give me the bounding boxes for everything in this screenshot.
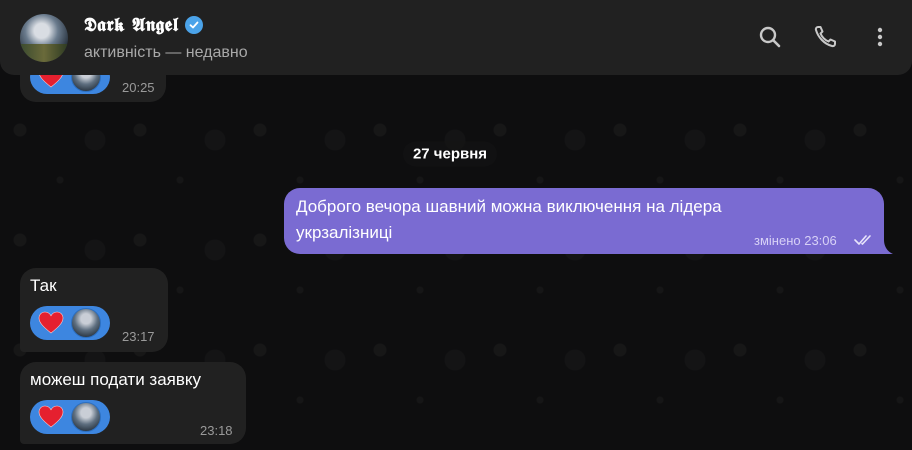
verified-icon: [185, 16, 204, 34]
reactor-avatar: [71, 402, 101, 432]
message-time: змінено 23:06: [754, 233, 837, 248]
contact-name[interactable]: 𝕯𝖆𝖗𝖐 𝕬𝖓𝖌𝖊𝖑: [84, 14, 178, 36]
phone-icon[interactable]: [812, 24, 838, 50]
message-time: 23:18: [200, 423, 233, 438]
bubble-tail: [880, 240, 893, 254]
message-bubble-incoming[interactable]: можеш подати заявку 23:18: [20, 362, 246, 444]
chat-header: 𝕯𝖆𝖗𝖐 𝕬𝖓𝖌𝖊𝖑 активність — недавно: [0, 0, 912, 75]
more-vertical-icon[interactable]: [867, 24, 893, 50]
avatar[interactable]: [20, 14, 68, 62]
search-icon[interactable]: [757, 24, 783, 50]
message-text-line-1: Доброго вечора шавний можна виключення н…: [296, 197, 722, 216]
message-time: 23:17: [122, 329, 155, 344]
heart-icon: [38, 311, 64, 334]
message-bubble-outgoing[interactable]: Доброго вечора шавний можна виключення н…: [284, 188, 884, 254]
message-time: 20:25: [122, 80, 155, 95]
message-text: можеш подати заявку: [30, 370, 202, 389]
reactor-avatar: [71, 308, 101, 338]
message-text-line-2: укрзалізниці: [296, 223, 393, 242]
reaction-chip[interactable]: [30, 306, 110, 340]
message-bubble-incoming[interactable]: Так 23:17: [20, 268, 168, 352]
contact-name-row[interactable]: 𝕯𝖆𝖗𝖐 𝕬𝖓𝖌𝖊𝖑: [84, 14, 204, 36]
reaction-chip[interactable]: [30, 400, 110, 434]
read-checkmarks-icon: [854, 235, 871, 245]
date-separator: 27 червня: [402, 141, 498, 167]
contact-status: активність — недавно: [84, 44, 248, 61]
heart-icon: [38, 405, 64, 428]
message-text: Так: [30, 276, 57, 295]
